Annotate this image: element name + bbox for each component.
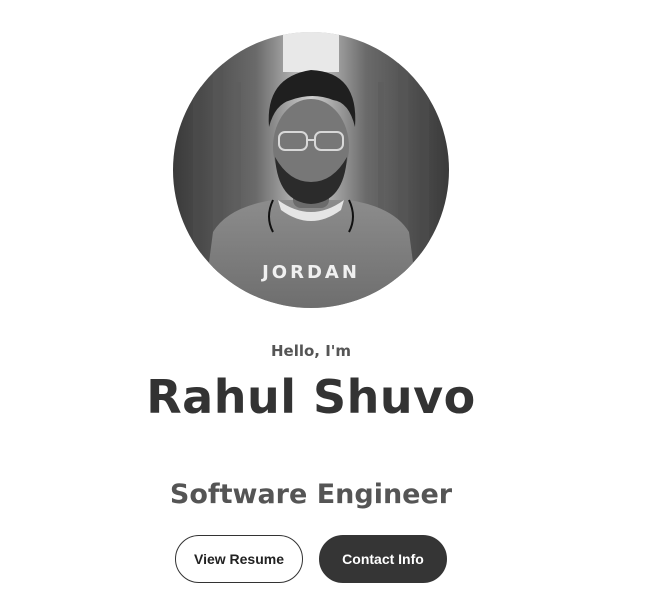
profile-name: Rahul Shuvo <box>146 370 476 424</box>
profile-role: Software Engineer <box>169 479 453 510</box>
profile-photo: JORDAN <box>173 32 449 308</box>
view-resume-label: View Resume <box>193 551 284 567</box>
profile-photo-image: JORDAN <box>173 32 449 308</box>
contact-info-label: Contact Info <box>342 551 424 567</box>
greeting-text: Hello, I'm <box>270 342 352 360</box>
view-resume-button[interactable]: View Resume <box>175 535 303 583</box>
contact-info-button[interactable]: Contact Info <box>319 535 447 583</box>
shirt-text: JORDAN <box>260 262 360 283</box>
